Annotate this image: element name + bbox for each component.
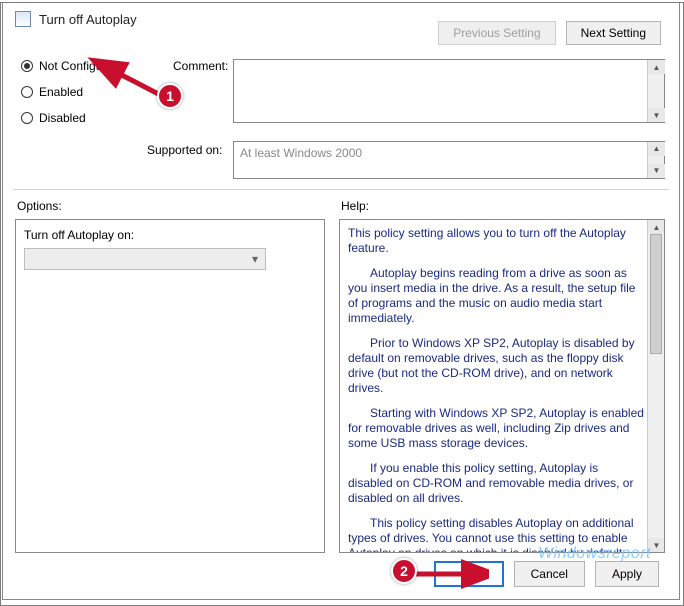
help-text: This policy setting allows you to turn o… <box>348 226 644 256</box>
help-text: Starting with Windows XP SP2, Autoplay i… <box>348 406 644 451</box>
help-text: Prior to Windows XP SP2, Autoplay is dis… <box>348 336 644 396</box>
comment-label: Comment: <box>173 59 228 73</box>
radio-disabled[interactable]: Disabled <box>21 111 120 125</box>
radio-label: Not Configured <box>39 59 120 73</box>
divider <box>13 189 669 190</box>
radio-not-configured[interactable]: Not Configured <box>21 59 120 73</box>
policy-dialog: Turn off Autoplay Previous Setting Next … <box>2 2 680 600</box>
next-setting-button[interactable]: Next Setting <box>566 21 661 45</box>
radio-label: Disabled <box>39 111 86 125</box>
badge-number: 1 <box>157 83 183 109</box>
options-label: Options: <box>17 199 62 213</box>
scroll-thumb[interactable] <box>650 234 662 354</box>
help-text: Autoplay begins reading from a drive as … <box>348 266 644 326</box>
policy-icon <box>15 11 31 27</box>
supported-on-value: At least Windows 2000 <box>240 146 362 160</box>
chevron-down-icon: ▾ <box>245 249 265 269</box>
autoplay-on-dropdown[interactable]: ▾ <box>24 248 266 270</box>
radio-label: Enabled <box>39 85 83 99</box>
comment-textarea[interactable]: ▲ ▼ <box>233 59 665 123</box>
scroll-down-icon[interactable]: ▼ <box>648 164 665 178</box>
badge-number: 2 <box>391 558 417 584</box>
dialog-buttons: OK Cancel Apply <box>434 561 659 587</box>
scrollbar[interactable]: ▲ ▼ <box>647 220 664 552</box>
help-text: If you enable this policy setting, Autop… <box>348 461 644 506</box>
window-title: Turn off Autoplay <box>39 12 137 27</box>
annotation-badge-1: 1 <box>157 83 183 109</box>
scroll-up-icon[interactable]: ▲ <box>648 220 665 234</box>
radio-enabled[interactable]: Enabled <box>21 85 120 99</box>
cancel-button[interactable]: Cancel <box>514 561 585 587</box>
radio-dot-icon <box>21 60 33 72</box>
supported-label: Supported on: <box>147 143 222 157</box>
radio-circle-icon <box>21 112 33 124</box>
annotation-badge-2: 2 <box>391 558 417 584</box>
options-heading: Turn off Autoplay on: <box>24 228 316 242</box>
ok-button[interactable]: OK <box>434 561 503 587</box>
status-radio-group: Not Configured Enabled Disabled <box>21 59 120 125</box>
scroll-down-icon[interactable]: ▼ <box>648 108 665 122</box>
scroll-up-icon[interactable]: ▲ <box>648 60 665 74</box>
scrollbar[interactable]: ▲ ▼ <box>647 142 664 178</box>
apply-button[interactable]: Apply <box>595 561 659 587</box>
help-panel: This policy setting allows you to turn o… <box>339 219 665 553</box>
previous-setting-button: Previous Setting <box>438 21 555 45</box>
scrollbar[interactable]: ▲ ▼ <box>647 60 664 122</box>
scroll-up-icon[interactable]: ▲ <box>648 142 665 156</box>
radio-circle-icon <box>21 86 33 98</box>
help-label: Help: <box>341 199 369 213</box>
options-panel: Turn off Autoplay on: ▾ <box>15 219 325 553</box>
nav-row: Previous Setting Next Setting <box>438 21 661 45</box>
watermark: Windowsreport <box>538 545 651 563</box>
supported-on-box: At least Windows 2000 ▲ ▼ <box>233 141 665 179</box>
